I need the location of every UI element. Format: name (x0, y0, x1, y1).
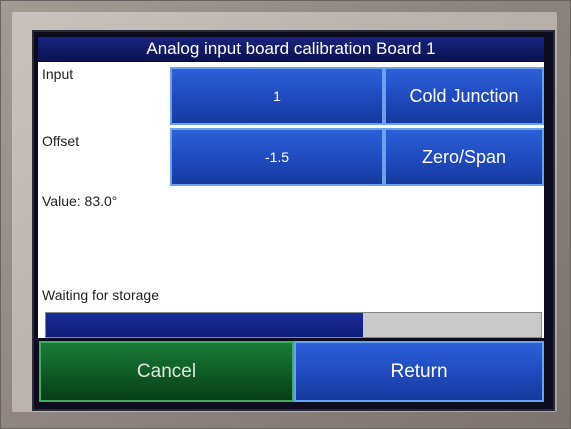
value-readout: Value: 83.0° (42, 193, 118, 209)
storage-progress-fill (46, 313, 363, 337)
zero-span-button[interactable]: Zero/Span (384, 128, 544, 186)
cancel-button[interactable]: Cancel (39, 341, 294, 402)
input-value-button[interactable]: 1 (170, 67, 384, 125)
page-title: Analog input board calibration Board 1 (38, 37, 544, 61)
status-text: Waiting for storage (42, 287, 159, 303)
offset-value-button[interactable]: -1.5 (170, 128, 384, 186)
storage-progress-bar (45, 312, 542, 338)
return-button[interactable]: Return (294, 341, 544, 402)
offset-label: Offset (42, 133, 80, 149)
input-label: Input (42, 66, 74, 82)
cold-junction-button[interactable]: Cold Junction (384, 67, 544, 125)
